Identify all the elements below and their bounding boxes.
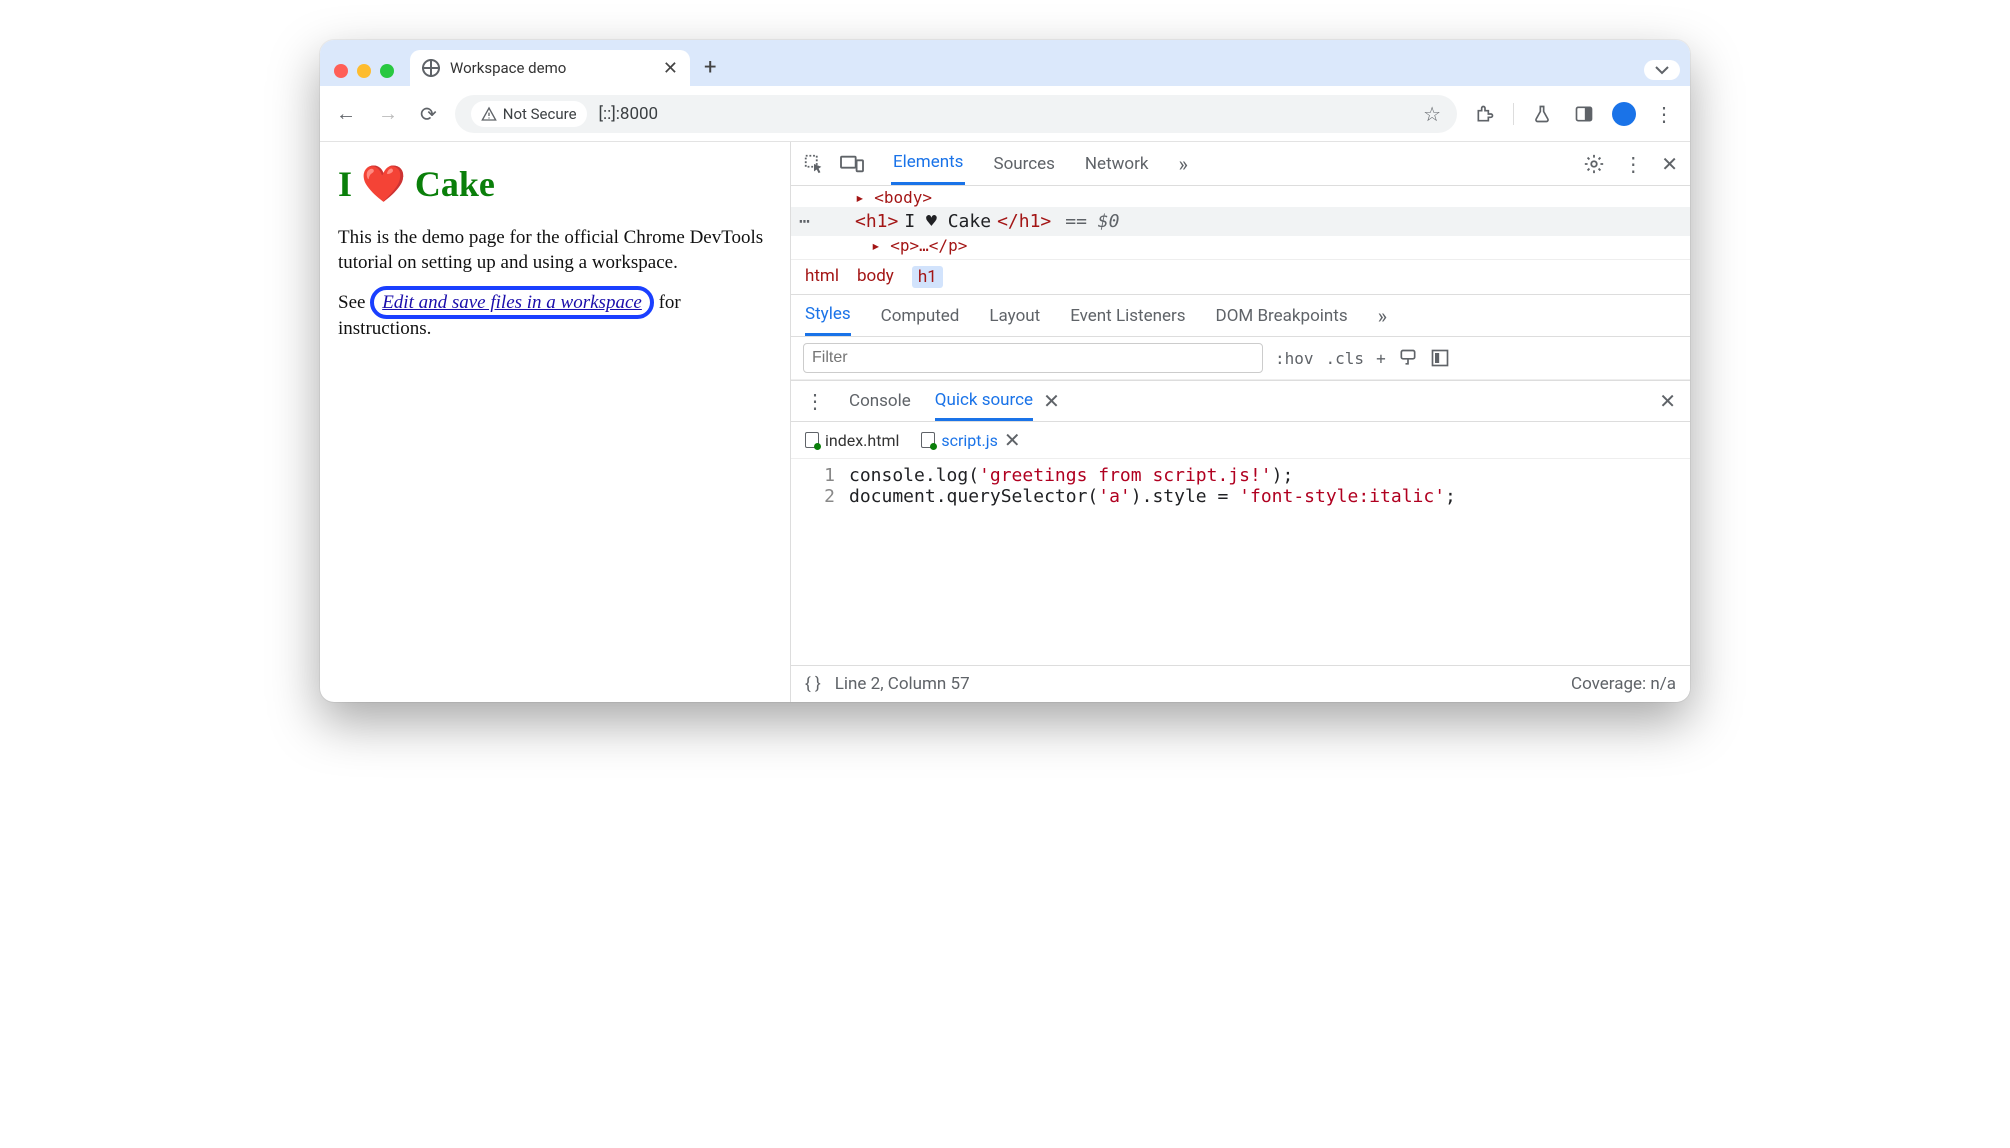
inspect-icon[interactable]	[803, 153, 825, 175]
tab-title: Workspace demo	[450, 59, 566, 77]
layout-icon[interactable]	[1430, 348, 1450, 368]
dom-selected-row[interactable]: ⋯ <h1>I ♥ Cake</h1> == $0	[791, 207, 1690, 236]
subtab-event-listeners[interactable]: Event Listeners	[1070, 306, 1185, 326]
dom-next-row[interactable]: ▸ <p>…</p>	[791, 236, 1690, 259]
minimize-window-button[interactable]	[357, 64, 371, 78]
paint-icon[interactable]	[1398, 348, 1418, 368]
styles-tabbar: Styles Computed Layout Event Listeners D…	[791, 295, 1690, 337]
drawer-tabbar: ⋮ Console Quick source ✕ ✕	[791, 380, 1690, 422]
new-style-button[interactable]: +	[1376, 349, 1386, 368]
dom-parent-row[interactable]: ▸ <body>	[791, 186, 1690, 207]
subtab-computed[interactable]: Computed	[881, 306, 960, 326]
cls-toggle[interactable]: .cls	[1326, 349, 1365, 368]
devtools-panel: Elements Sources Network » ⋮ ✕ ▸ <body> …	[790, 142, 1690, 702]
browser-tab[interactable]: Workspace demo ✕	[410, 50, 690, 86]
browser-window: Workspace demo ✕ + ← → ⟳ Not Secure [::]…	[320, 40, 1690, 702]
warning-icon	[481, 106, 497, 122]
tutorial-link[interactable]: Edit and save files in a workspace	[382, 292, 642, 313]
file-icon	[921, 432, 935, 448]
subtab-layout[interactable]: Layout	[989, 306, 1040, 326]
window-controls	[330, 64, 402, 86]
file-tab-index[interactable]: index.html	[805, 431, 899, 450]
coverage-status: Coverage: n/a	[1571, 674, 1676, 694]
labs-button[interactable]	[1528, 100, 1556, 128]
close-tab-button[interactable]: ✕	[663, 58, 678, 79]
styles-toolbar: :hov .cls +	[791, 337, 1690, 380]
rendered-page: I ❤️ Cake This is the demo page for the …	[320, 142, 790, 702]
chevron-down-icon	[1654, 64, 1670, 76]
tab-overflow-button[interactable]	[1644, 60, 1680, 80]
flask-icon	[1532, 104, 1552, 124]
tabs-overflow-button[interactable]: »	[1176, 142, 1189, 186]
file-icon	[805, 432, 819, 448]
code-body[interactable]: console.log('greetings from script.js!')…	[849, 465, 1690, 659]
link-paragraph: See Edit and save files in a workspace f…	[338, 290, 772, 341]
globe-icon	[422, 59, 440, 77]
close-quick-source-button[interactable]: ✕	[1043, 389, 1060, 413]
chrome-menu-button[interactable]: ⋮	[1650, 98, 1678, 130]
format-button[interactable]: { }	[805, 674, 821, 694]
tab-strip: Workspace demo ✕ +	[320, 40, 1690, 86]
crumb-html[interactable]: html	[805, 266, 839, 288]
close-drawer-button[interactable]: ✕	[1659, 389, 1676, 413]
subtab-styles[interactable]: Styles	[805, 295, 851, 336]
maximize-window-button[interactable]	[380, 64, 394, 78]
file-tabbar: index.html script.js ✕	[791, 422, 1690, 459]
security-chip[interactable]: Not Secure	[471, 101, 587, 127]
address-bar[interactable]: Not Secure [::]:8000 ☆	[455, 95, 1457, 133]
profile-button[interactable]	[1612, 102, 1636, 126]
forward-button[interactable]: →	[374, 97, 402, 130]
drawer-tab-quick-source[interactable]: Quick source	[935, 382, 1033, 421]
dom-breadcrumbs: html body h1	[791, 259, 1690, 295]
content-area: I ❤️ Cake This is the demo page for the …	[320, 142, 1690, 702]
extensions-button[interactable]	[1471, 100, 1499, 128]
drawer-tab-console[interactable]: Console	[849, 391, 911, 411]
close-devtools-button[interactable]: ✕	[1661, 152, 1678, 176]
heart-icon: ❤️	[361, 164, 406, 204]
devtools-menu-button[interactable]: ⋮	[1623, 152, 1643, 176]
styles-filter-input[interactable]	[803, 343, 1263, 373]
reload-button[interactable]: ⟳	[416, 98, 441, 130]
new-tab-button[interactable]: +	[698, 55, 726, 86]
source-editor[interactable]: 1 2 console.log('greetings from script.j…	[791, 459, 1690, 665]
settings-button[interactable]	[1583, 153, 1605, 175]
back-button[interactable]: ←	[332, 97, 360, 130]
crumb-h1[interactable]: h1	[912, 266, 943, 288]
close-window-button[interactable]	[334, 64, 348, 78]
hov-toggle[interactable]: :hov	[1275, 349, 1314, 368]
separator	[1513, 103, 1514, 125]
line-gutter: 1 2	[791, 465, 849, 659]
bookmark-button[interactable]: ☆	[1423, 102, 1441, 126]
drawer-menu-button[interactable]: ⋮	[805, 389, 825, 413]
tab-sources[interactable]: Sources	[991, 144, 1056, 184]
devtools-main-tabs: Elements Sources Network » ⋮ ✕	[791, 142, 1690, 186]
panel-icon	[1574, 104, 1594, 124]
url-text: [::]:8000	[599, 104, 659, 124]
intro-paragraph: This is the demo page for the official C…	[338, 225, 772, 276]
highlighted-link: Edit and save files in a workspace	[370, 286, 654, 319]
puzzle-icon	[1475, 104, 1495, 124]
side-panel-button[interactable]	[1570, 100, 1598, 128]
tab-elements[interactable]: Elements	[891, 142, 965, 185]
page-heading: I ❤️ Cake	[338, 160, 772, 209]
dom-actions-icon[interactable]: ⋯	[799, 211, 812, 232]
tab-network[interactable]: Network	[1083, 144, 1151, 184]
crumb-body[interactable]: body	[857, 266, 894, 288]
device-toggle-icon[interactable]	[839, 153, 865, 175]
subtabs-overflow-button[interactable]: »	[1378, 304, 1387, 328]
file-tab-script[interactable]: script.js ✕	[921, 428, 1020, 452]
subtab-dom-breakpoints[interactable]: DOM Breakpoints	[1216, 306, 1348, 326]
cursor-position: Line 2, Column 57	[835, 674, 970, 694]
browser-toolbar: ← → ⟳ Not Secure [::]:8000 ☆ ⋮	[320, 86, 1690, 142]
close-file-button[interactable]: ✕	[1004, 428, 1021, 452]
editor-statusbar: { } Line 2, Column 57 Coverage: n/a	[791, 665, 1690, 702]
